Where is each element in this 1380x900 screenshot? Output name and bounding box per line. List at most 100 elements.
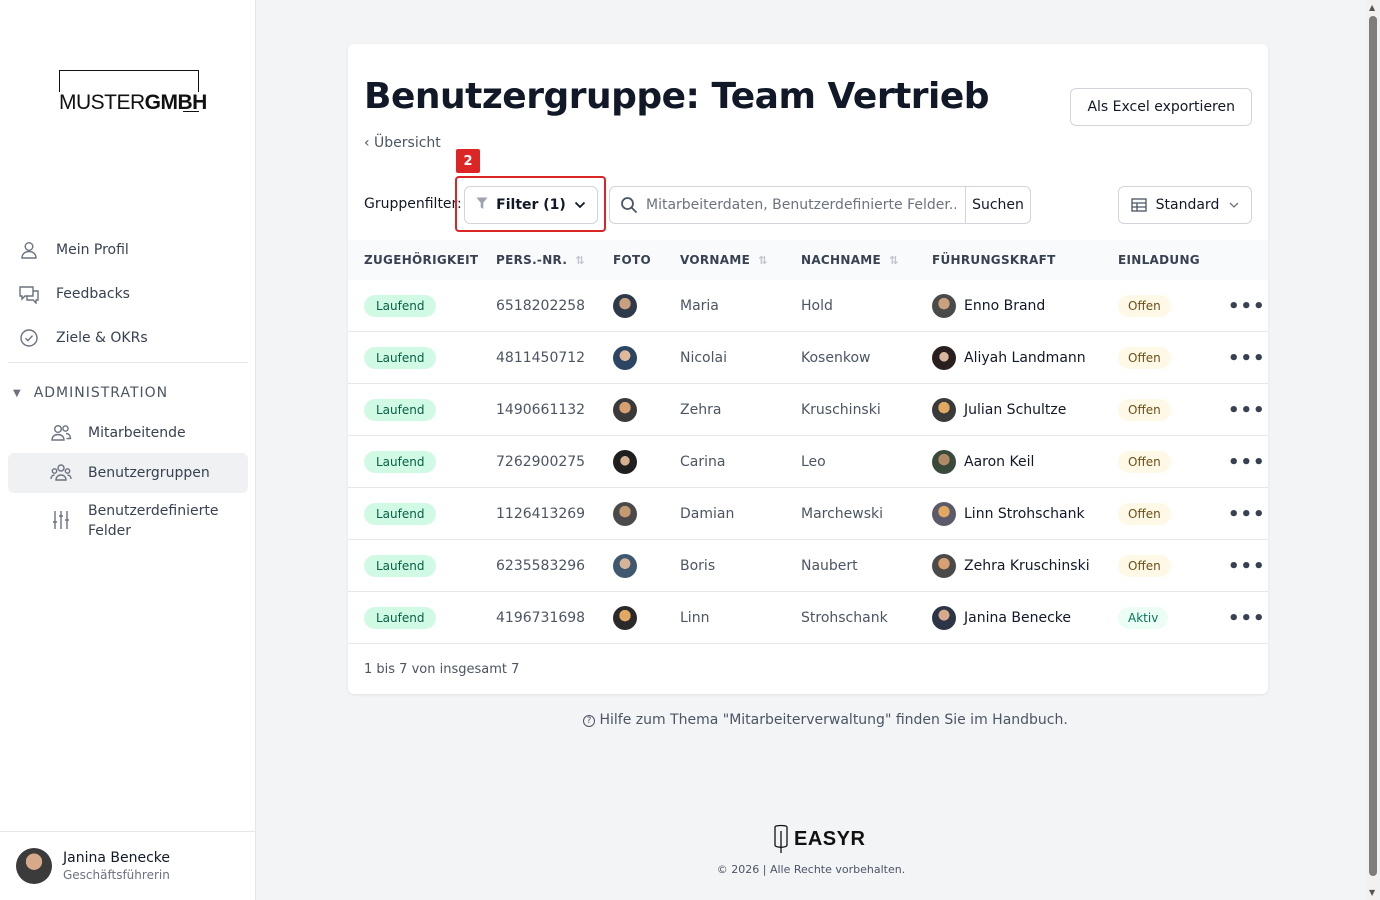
invitation-badge: Offen [1118,399,1171,421]
administration-toggle[interactable]: ▼ ADMINISTRATION [8,373,248,413]
manager-name: Janina Benecke [964,610,1071,626]
more-options-icon[interactable]: ••• [1228,296,1266,317]
company-logo[interactable]: MUSTERGMBH [59,70,213,114]
sidebar-item-custom-fields[interactable]: Benutzerdefinierte Felder [8,493,248,549]
col-affiliation: ZUGEHÖRIGKEIT [364,253,479,267]
chevron-down-icon [1229,202,1239,208]
col-invitation: EINLADUNG [1118,253,1200,267]
group-filter-label: Gruppenfilter: [364,196,462,212]
scrollbar[interactable]: ▲ ▼ [1366,0,1380,900]
scroll-thumb[interactable] [1369,16,1377,876]
manager-name: Aaron Keil [964,454,1035,470]
status-badge: Laufend [364,503,437,525]
invitation-badge: Offen [1118,451,1171,473]
table-row[interactable]: Laufend 1490661132 Zehra Kruschinski Jul… [348,384,1268,436]
export-excel-button[interactable]: Als Excel exportieren [1070,88,1252,126]
col-pers-nr[interactable]: PERS.-NR. ⇅ [496,253,585,267]
first-name: Boris [680,558,716,574]
users-icon [50,422,72,444]
last-name: Kosenkow [801,350,871,366]
scroll-down-icon[interactable]: ▼ [1369,888,1375,897]
last-name: Naubert [801,558,858,574]
scroll-up-icon[interactable]: ▲ [1369,3,1375,12]
copyright: © 2026 | Alle Rechte vorbehalten. [716,863,906,876]
pers-nr: 6235583296 [496,558,586,574]
table-body: Laufend 6518202258 Maria Hold Enno Brand… [348,280,1268,644]
avatar [613,554,637,578]
annotation-highlight-box [455,176,606,232]
last-name: Hold [801,298,833,314]
invitation-badge: Offen [1118,503,1171,525]
last-name: Kruschinski [801,402,881,418]
col-manager: FÜHRUNGSKRAFT [932,253,1056,267]
pers-nr: 7262900275 [496,454,586,470]
status-badge: Laufend [364,451,437,473]
col-photo: FOTO [613,253,651,267]
pers-nr: 6518202258 [496,298,586,314]
avatar [932,502,956,526]
user-group-icon [50,462,72,484]
sort-icon: ⇅ [575,253,585,267]
invitation-badge: Aktiv [1118,607,1169,629]
back-link[interactable]: ‹ Übersicht [364,135,441,151]
main-nav: Mein Profil Feedbacks Ziele & OKRs ▼ ADM… [8,230,248,549]
avatar [613,398,637,422]
manager-name: Julian Schultze [964,402,1067,418]
view-select[interactable]: Standard [1118,186,1252,224]
search-button[interactable]: Suchen [965,186,1031,224]
more-options-icon[interactable]: ••• [1228,400,1266,421]
search-box [609,186,966,224]
table-row[interactable]: Laufend 7262900275 Carina Leo Aaron Keil… [348,436,1268,488]
first-name: Zehra [680,402,722,418]
footer-brand-logo: EASYR [772,823,865,855]
manager-name: Aliyah Landmann [964,350,1086,366]
search-input[interactable] [646,197,956,213]
sidebar-item-feedbacks[interactable]: Feedbacks [8,274,248,314]
table-row[interactable]: Laufend 6235583296 Boris Naubert Zehra K… [348,540,1268,592]
more-options-icon[interactable]: ••• [1228,504,1266,525]
status-badge: Laufend [364,607,437,629]
more-options-icon[interactable]: ••• [1228,348,1266,369]
manager-name: Zehra Kruschinski [964,558,1090,574]
col-first-name[interactable]: VORNAME ⇅ [680,253,768,267]
current-user[interactable]: Janina Benecke Geschäftsführerin [0,831,255,900]
members-table: ZUGEHÖRIGKEIT PERS.-NR. ⇅ FOTO VORNAME ⇅ N… [348,240,1268,644]
sidebar-item-profile[interactable]: Mein Profil [8,230,248,270]
status-badge: Laufend [364,347,437,369]
avatar [613,346,637,370]
main-card: Benutzergruppe: Team Vertrieb Als Excel … [348,44,1268,694]
easyr-logo-icon [774,824,788,853]
first-name: Damian [680,506,735,522]
avatar [16,848,52,884]
first-name: Nicolai [680,350,727,366]
invitation-badge: Offen [1118,295,1171,317]
first-name: Linn [680,610,710,626]
table-row[interactable]: Laufend 4196731698 Linn Strohschank Jani… [348,592,1268,644]
pagination-info: 1 bis 7 von insgesamt 7 [364,662,520,677]
pers-nr: 4196731698 [496,610,586,626]
status-badge: Laufend [364,295,437,317]
last-name: Leo [801,454,826,470]
more-options-icon[interactable]: ••• [1228,452,1266,473]
last-name: Marchewski [801,506,884,522]
sidebar-item-user-groups[interactable]: Benutzergruppen [8,453,248,493]
avatar [613,606,637,630]
avatar [932,346,956,370]
table-row[interactable]: Laufend 4811450712 Nicolai Kosenkow Aliy… [348,332,1268,384]
sidebar-item-employees[interactable]: Mitarbeitende [8,413,248,453]
help-text[interactable]: ? Hilfe zum Thema "Mitarbeiterverwaltung… [583,712,1068,728]
pers-nr: 4811450712 [496,350,586,366]
search-icon [620,196,638,214]
sort-icon: ⇅ [758,253,768,267]
table-row[interactable]: Laufend 6518202258 Maria Hold Enno Brand… [348,280,1268,332]
last-name: Strohschank [801,610,888,626]
chat-icon [18,283,40,305]
more-options-icon[interactable]: ••• [1228,608,1266,629]
invitation-badge: Offen [1118,555,1171,577]
status-badge: Laufend [364,399,437,421]
table-row[interactable]: Laufend 1126413269 Damian Marchewski Lin… [348,488,1268,540]
sidebar-item-goals[interactable]: Ziele & OKRs [8,318,248,358]
check-circle-icon [18,327,40,349]
col-last-name[interactable]: NACHNAME ⇅ [801,253,899,267]
more-options-icon[interactable]: ••• [1228,556,1266,577]
